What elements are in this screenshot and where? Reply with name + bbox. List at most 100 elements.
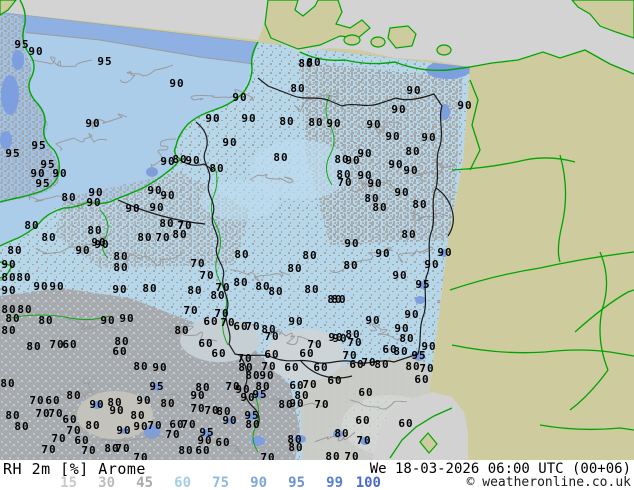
humidity-label: 90 (288, 315, 303, 328)
humidity-label: 90 (332, 332, 347, 345)
humidity-label: 90 (1, 258, 16, 271)
humidity-label: 60 (327, 374, 342, 387)
humidity-label: 90 (366, 118, 381, 131)
humidity-label: 90 (133, 420, 148, 433)
humidity-label: 90 (49, 280, 64, 293)
humidity-label: 70 (165, 428, 180, 441)
humidity-label: 80 (1, 271, 16, 284)
humidity-label: 80 (209, 162, 224, 175)
humidity-label: 70 (115, 442, 130, 455)
humidity-label: 70 (199, 269, 214, 282)
humidity-label: 90 (1, 284, 16, 297)
humidity-label: 60 (203, 315, 218, 328)
humidity-label: 60 (313, 361, 328, 374)
humidity-label: 90 (232, 91, 247, 104)
humidity-label: 90 (85, 117, 100, 130)
humidity-label: 80 (26, 340, 41, 353)
humidity-label: 80 (14, 420, 29, 433)
humidity-label: 90 (241, 112, 256, 125)
humidity-label: 90 (240, 391, 255, 404)
humidity-label: 80 (187, 284, 202, 297)
humidity-label: 90 (406, 84, 421, 97)
humidity-label: 70 (260, 451, 275, 460)
humidity-label: 80 (85, 419, 100, 432)
humidity-label: 95 (415, 278, 430, 291)
humidity-label: 90 (149, 201, 164, 214)
humidity-label: 80 (273, 151, 288, 164)
humidity-label: 90 (86, 196, 101, 209)
humidity-label: 70 (181, 418, 196, 431)
scale-value-95: 95 (273, 475, 305, 490)
humidity-label: 90 (394, 186, 409, 199)
humidity-label: 70 (347, 336, 362, 349)
humidity-label: 80 (61, 191, 76, 204)
humidity-label: 60 (299, 347, 314, 360)
humidity-label: 90 (424, 258, 439, 271)
humidity-label: 60 (355, 414, 370, 427)
scale-value-90: 90 (235, 475, 267, 490)
humidity-label: 60 (112, 345, 127, 358)
weather-map-window: 9590959090909090909080808080809595959090… (0, 0, 634, 490)
humidity-label: 90 (388, 158, 403, 171)
humidity-label: 80 (287, 262, 302, 275)
humidity-label: 60 (398, 417, 413, 430)
humidity-label: 80 (306, 56, 321, 69)
humidity-label: 95 (14, 38, 29, 51)
humidity-label: 80 (308, 116, 323, 129)
humidity-label: 90 (385, 130, 400, 143)
humidity-label: 80 (210, 289, 225, 302)
humidity-label: 70 (337, 176, 352, 189)
humidity-label: 90 (169, 77, 184, 90)
humidity-label: 60 (195, 444, 210, 457)
humidity-label: 90 (136, 394, 151, 407)
humidity-label: 90 (392, 269, 407, 282)
humidity-label: 80 (302, 249, 317, 262)
humidity-label: 90 (89, 398, 104, 411)
humidity-label: 90 (205, 112, 220, 125)
humidity-label: 90 (152, 361, 167, 374)
humidity-label: 70 (41, 443, 56, 456)
humidity-label: 90 (421, 131, 436, 144)
humidity-label: 80 (137, 231, 152, 244)
humidity-label: 90 (326, 117, 341, 130)
humidity-label: 90 (345, 154, 360, 167)
humidity-label: 90 (33, 280, 48, 293)
humidity-label: 95 (5, 147, 20, 160)
humidity-label: 80 (7, 244, 22, 257)
humidity-label: 80 (66, 389, 81, 402)
humidity-label: 60 (215, 436, 230, 449)
humidity-label: 90 (112, 283, 127, 296)
humidity-label: 90 (185, 154, 200, 167)
humidity-label: 80 (334, 427, 349, 440)
humidity-label: 80 (24, 219, 39, 232)
humidity-label: 90 (457, 99, 472, 112)
humidity-label: 70 (155, 231, 170, 244)
scale-value-60: 60 (159, 475, 191, 490)
humidity-label: 80 (174, 324, 189, 337)
scale-value-100: 100 (349, 475, 381, 490)
humidity-label: 80 (401, 228, 416, 241)
humidity-label: 90 (190, 389, 205, 402)
humidity-label: 60 (414, 373, 429, 386)
humidity-label: 80 (41, 231, 56, 244)
humidity-label: 70 (48, 407, 63, 420)
humidity-label: 90 (94, 238, 109, 251)
humidity-label: 70 (29, 394, 44, 407)
humidity-label: 90 (116, 424, 131, 437)
humidity-label: 90 (119, 312, 134, 325)
humidity-label: 80 (399, 332, 414, 345)
humidity-label: 80 (233, 276, 248, 289)
humidity-label: 80 (142, 282, 157, 295)
status-bar: RH 2m [%] Arome We 18-03-2026 06:00 UTC … (0, 460, 634, 490)
humidity-label: 80 (372, 201, 387, 214)
humidity-label: 70 (356, 434, 371, 447)
humidity-label: 70 (183, 304, 198, 317)
humidity-label: 90 (109, 404, 124, 417)
humidity-label: 90 (222, 136, 237, 149)
humidity-label: 90 (52, 167, 67, 180)
scale-value-99: 99 (311, 475, 343, 490)
weather-map: 9590959090909090909080808080809595959090… (0, 0, 634, 460)
humidity-label: 70 (81, 444, 96, 457)
humidity-label: 90 (437, 246, 452, 259)
humidity-label: 60 (284, 361, 299, 374)
